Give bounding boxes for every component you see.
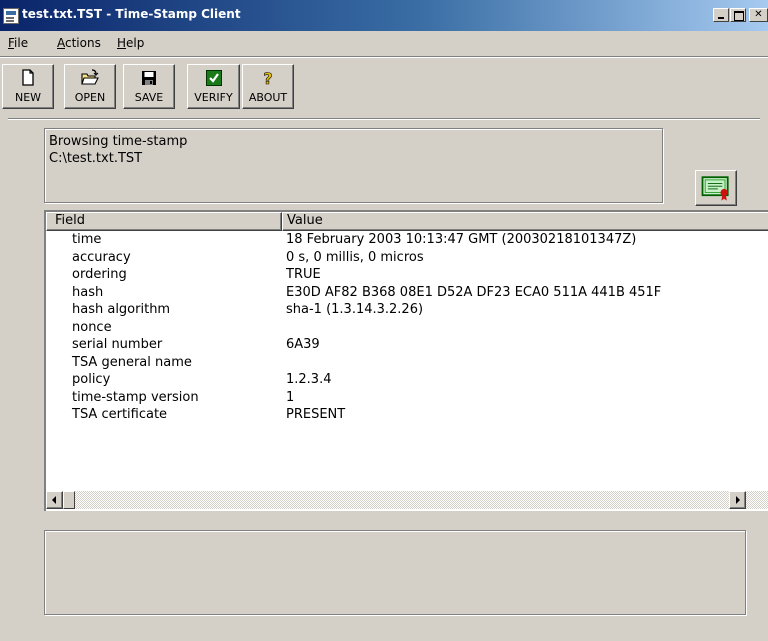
window-title: test.txt.TST - Time-Stamp Client (22, 7, 241, 21)
field-cell: ordering (72, 267, 127, 282)
scrollbar-thumb[interactable] (63, 491, 75, 509)
title-bar[interactable]: test.txt.TST - Time-Stamp Client ✕ (0, 0, 768, 31)
save-button-label: SAVE (134, 91, 164, 104)
field-cell: time (72, 232, 102, 247)
table-row[interactable]: policy 1.2.3.4 (46, 371, 768, 389)
table-row[interactable]: serial number 6A39 (46, 336, 768, 354)
table-row[interactable]: hash algorithm sha-1 (1.3.14.3.2.26) (46, 301, 768, 319)
field-cell: hash (72, 284, 104, 300)
main-window: test.txt.TST - Time-Stamp Client ✕ File … (0, 0, 768, 641)
maximize-button[interactable] (730, 8, 746, 22)
question-mark-icon: ? (263, 69, 273, 87)
table-row[interactable]: time-stamp version 1 (46, 389, 768, 407)
view-certificate-button[interactable] (695, 170, 737, 206)
column-header-value[interactable]: Value (282, 212, 768, 231)
table-row[interactable]: nonce (46, 319, 768, 337)
field-cell: hash algorithm (72, 302, 171, 317)
menu-help[interactable]: Help (117, 36, 144, 50)
new-button[interactable]: NEW (2, 64, 54, 109)
table-row[interactable]: accuracy 0 s, 0 millis, 0 micros (46, 249, 768, 267)
menu-help-mnemonic: H (117, 36, 127, 50)
field-cell: time-stamp version (72, 389, 199, 405)
menu-actions-label: ctions (65, 36, 101, 50)
field-cell: nonce (72, 319, 112, 335)
toolbar-divider (0, 56, 768, 58)
new-button-label: NEW (14, 91, 42, 104)
menu-file-label: ile (14, 36, 29, 50)
scroll-right-button[interactable] (729, 491, 746, 509)
value-cell: PRESENT (286, 407, 346, 422)
menu-file[interactable]: File (8, 36, 28, 50)
open-folder-icon (81, 69, 99, 85)
svg-text:?: ? (263, 69, 272, 87)
main-divider (8, 118, 760, 120)
about-button[interactable]: ? ABOUT (242, 64, 294, 109)
field-cell: policy (72, 372, 111, 387)
field-cell: TSA certificate (72, 407, 168, 422)
verify-button-label: VERIFY (194, 91, 233, 104)
menu-help-label: elp (126, 36, 145, 50)
value-cell: 0 s, 0 millis, 0 micros (286, 249, 424, 265)
menu-bar: File Actions Help (0, 34, 768, 54)
about-button-label: ABOUT (248, 91, 288, 104)
verify-button[interactable]: VERIFY (187, 64, 240, 109)
menu-actions-mnemonic: A (57, 36, 65, 50)
field-cell: TSA general name (72, 354, 192, 370)
open-button[interactable]: OPEN (64, 64, 116, 109)
file-path: C:\test.txt.TST (49, 151, 143, 166)
horizontal-scrollbar[interactable] (46, 491, 768, 509)
value-cell: 18 February 2003 10:13:47 GMT (200302181… (286, 232, 637, 247)
menu-actions[interactable]: Actions (57, 36, 101, 50)
value-cell: sha-1 (1.3.14.3.2.26) (286, 302, 424, 317)
save-button[interactable]: SAVE (123, 64, 175, 109)
app-icon[interactable] (3, 8, 19, 24)
open-button-label: OPEN (74, 91, 106, 104)
table-header: Field Value (46, 212, 768, 231)
certificate-icon (701, 176, 729, 201)
floppy-disk-icon (142, 71, 156, 85)
timestamp-fields-table[interactable]: Field Value time 18 February 2003 10:13:4… (44, 210, 768, 511)
minimize-button[interactable] (713, 8, 729, 22)
scroll-left-button[interactable] (46, 491, 63, 509)
value-cell: 1.2.3.4 (286, 372, 332, 387)
column-header-field[interactable]: Field (46, 212, 282, 231)
field-cell: accuracy (72, 249, 131, 265)
new-document-icon (22, 69, 34, 86)
details-box (44, 530, 746, 615)
value-cell: E30D AF82 B368 08E1 D52A DF23 ECA0 511A … (286, 284, 662, 300)
table-row[interactable]: hash E30D AF82 B368 08E1 D52A DF23 ECA0 5… (46, 284, 768, 302)
table-row[interactable]: time 18 February 2003 10:13:47 GMT (20030… (46, 231, 768, 249)
status-info-box: Browsing time-stamp C:\test.txt.TST (44, 128, 663, 203)
value-cell: TRUE (286, 267, 321, 282)
close-icon: ✕ (754, 9, 763, 20)
close-button[interactable]: ✕ (749, 8, 768, 22)
table-row[interactable]: TSA general name (46, 354, 768, 372)
table-body: time 18 February 2003 10:13:47 GMT (20030… (46, 231, 768, 424)
value-cell: 1 (286, 389, 295, 405)
field-cell: serial number (72, 337, 163, 352)
table-row[interactable]: TSA certificate PRESENT (46, 406, 768, 424)
table-row[interactable]: ordering TRUE (46, 266, 768, 284)
green-check-icon (205, 70, 222, 86)
status-title: Browsing time-stamp (49, 134, 188, 149)
value-cell: 6A39 (286, 337, 320, 352)
